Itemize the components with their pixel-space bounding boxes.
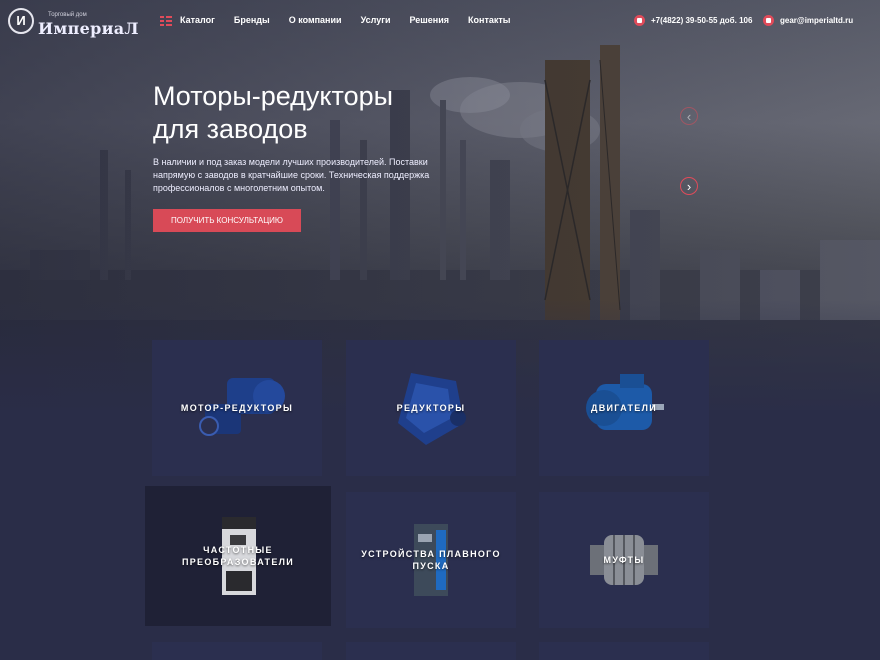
category-label: РЕДУКТОРЫ [396, 403, 466, 413]
email-address: gear@imperialtd.ru [780, 16, 854, 25]
hero-description: В наличии и под заказ модели лучших прои… [153, 157, 430, 193]
mail-icon [763, 15, 774, 26]
nav-brands[interactable]: Бренды [234, 15, 270, 25]
category-label: УСТРОЙСТВА ПЛАВНОГО ПУСКА [361, 549, 501, 571]
phone-icon [634, 15, 645, 26]
phone-contact[interactable]: +7(4822) 39-50-55 доб. 106 [634, 15, 752, 26]
category-label: МОТОР-РЕДУКТОРЫ [180, 403, 294, 413]
slider-next-arrow-icon[interactable]: › [680, 177, 698, 195]
hero-title-line1: Моторы-редукторы [153, 81, 394, 111]
company-logo[interactable]: И Торговый дом ИмпериаЛ [8, 8, 139, 38]
category-gearboxes[interactable]: РЕДУКТОРЫ [346, 340, 516, 476]
category-gear-motors[interactable]: МОТОР-РЕДУКТОРЫ [152, 340, 322, 476]
nav-contacts[interactable]: Контакты [468, 15, 510, 25]
logo-subtitle: Торговый дом [48, 12, 87, 18]
menu-icon[interactable] [160, 15, 172, 26]
main-nav: Каталог Бренды О компании Услуги Решения… [160, 15, 529, 26]
hero-title: Моторы-редукторы для заводов [153, 80, 473, 146]
nav-catalog[interactable]: Каталог [180, 15, 215, 25]
site-header: И Торговый дом ИмпериаЛ Каталог Бренды О… [0, 0, 880, 42]
category-label: ЧАСТОТНЫЕ ПРЕОБРАЗОВАТЕЛИ [181, 545, 295, 567]
category-tile-partial[interactable] [346, 642, 516, 660]
category-soft-starters[interactable]: УСТРОЙСТВА ПЛАВНОГО ПУСКА [346, 492, 516, 628]
logo-name: ИмпериаЛ [38, 19, 139, 38]
phone-number: +7(4822) 39-50-55 доб. 106 [651, 16, 753, 25]
logo-emblem-icon: И [8, 8, 34, 34]
nav-solutions[interactable]: Решения [410, 15, 450, 25]
category-label: ДВИГАТЕЛИ [591, 403, 657, 413]
category-motors[interactable]: ДВИГАТЕЛИ [539, 340, 709, 476]
category-tile-partial[interactable] [152, 642, 322, 660]
consultation-button[interactable]: ПОЛУЧИТЬ КОНСУЛЬТАЦИЮ [153, 209, 301, 232]
slider-prev-arrow-icon[interactable]: ‹ [680, 107, 698, 125]
category-frequency-converters[interactable]: ЧАСТОТНЫЕ ПРЕОБРАЗОВАТЕЛИ [145, 486, 331, 626]
category-label: МУФТЫ [603, 555, 645, 565]
nav-about[interactable]: О компании [289, 15, 342, 25]
category-couplings[interactable]: МУФТЫ [539, 492, 709, 628]
nav-services[interactable]: Услуги [361, 15, 391, 25]
email-contact[interactable]: gear@imperialtd.ru [763, 15, 853, 26]
hero-title-line2: для заводов [153, 114, 308, 144]
category-tile-partial[interactable] [539, 642, 709, 660]
